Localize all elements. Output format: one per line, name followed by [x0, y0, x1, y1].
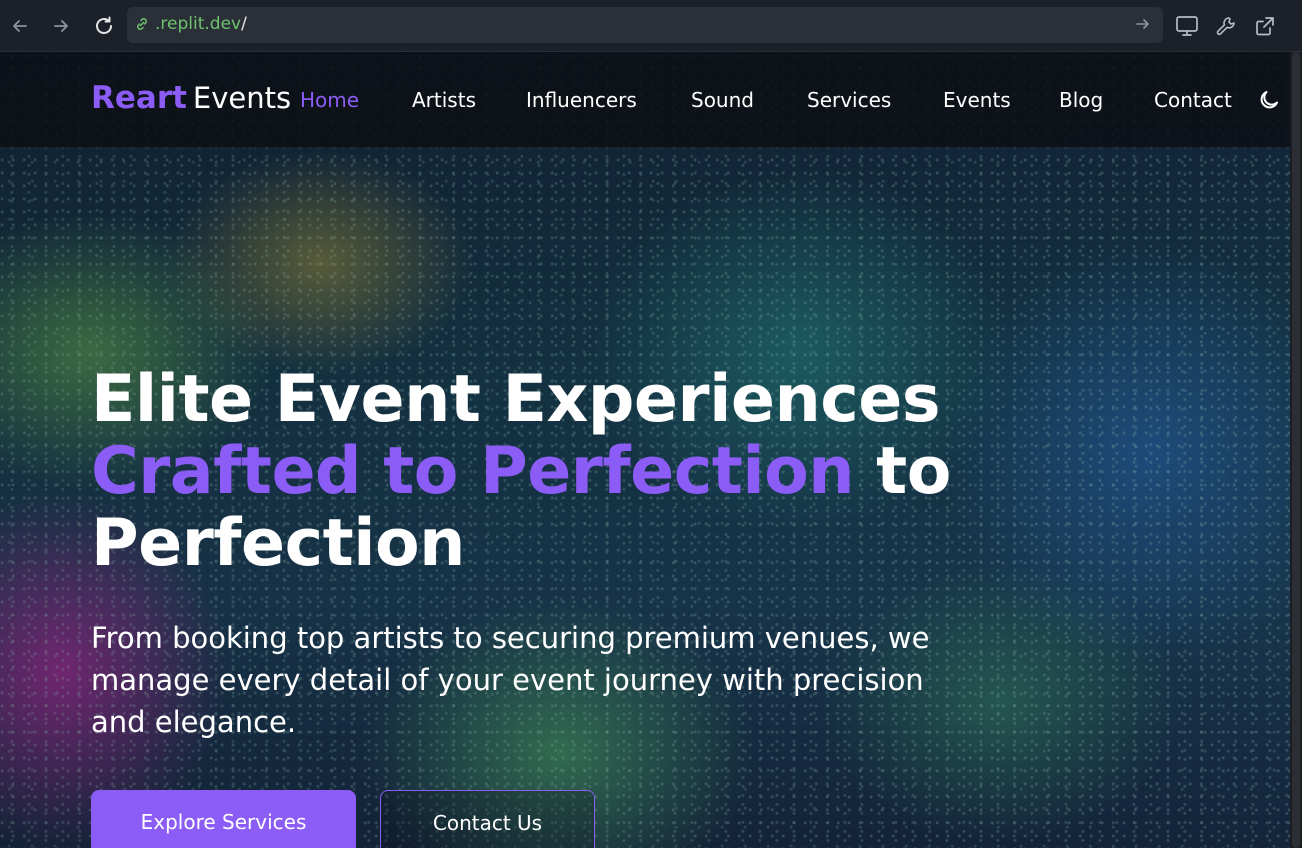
nav-home[interactable]: Home — [300, 88, 359, 112]
back-arrow-icon[interactable] — [6, 12, 34, 40]
url-host: .replit.dev — [155, 14, 242, 34]
hero-headline: Elite Event Experiences Crafted to Perfe… — [91, 364, 991, 580]
logo-sub: Events — [192, 81, 292, 115]
monitor-icon[interactable] — [1173, 12, 1201, 40]
nav-influencers[interactable]: Influencers — [526, 88, 637, 112]
reload-icon[interactable] — [90, 12, 118, 40]
scrollbar-thumb[interactable] — [1292, 52, 1300, 848]
headline-line-3: Perfection — [91, 506, 465, 581]
headline-line-1: Elite Event Experiences — [91, 362, 941, 437]
page-viewport: Reart Events Home Artists Influencers Sou… — [0, 52, 1290, 848]
logo-brand: Reart — [91, 80, 187, 116]
nav-blog[interactable]: Blog — [1059, 88, 1103, 112]
headline-accent: Crafted to Perfection — [91, 434, 855, 509]
headline-tail: to — [876, 434, 951, 509]
url-path: / — [241, 14, 247, 34]
nav-events[interactable]: Events — [943, 88, 1011, 112]
browser-toolbar: .replit.dev/ — [0, 0, 1302, 52]
wrench-icon[interactable] — [1212, 12, 1240, 40]
site-logo[interactable]: Reart Events — [91, 80, 291, 116]
address-bar[interactable] — [127, 7, 1163, 43]
nav-sound[interactable]: Sound — [691, 88, 754, 112]
external-link-icon[interactable] — [1251, 12, 1279, 40]
moon-icon[interactable] — [1257, 88, 1283, 114]
link-icon — [134, 16, 150, 36]
explore-services-button[interactable]: Explore Services — [91, 790, 356, 848]
hero-subtext: From booking top artists to securing pre… — [91, 621, 930, 739]
nav-artists[interactable]: Artists — [412, 88, 476, 112]
nav-services[interactable]: Services — [807, 88, 891, 112]
go-arrow-icon[interactable] — [1133, 12, 1153, 40]
contact-us-button[interactable]: Contact Us — [380, 790, 595, 848]
url-text: .replit.dev/ — [155, 14, 247, 34]
nav-contact[interactable]: Contact — [1154, 88, 1232, 112]
forward-arrow-icon[interactable] — [47, 12, 75, 40]
site-header: Reart Events Home Artists Influencers Sou… — [0, 52, 1290, 148]
page-scrollbar[interactable] — [1290, 52, 1302, 848]
